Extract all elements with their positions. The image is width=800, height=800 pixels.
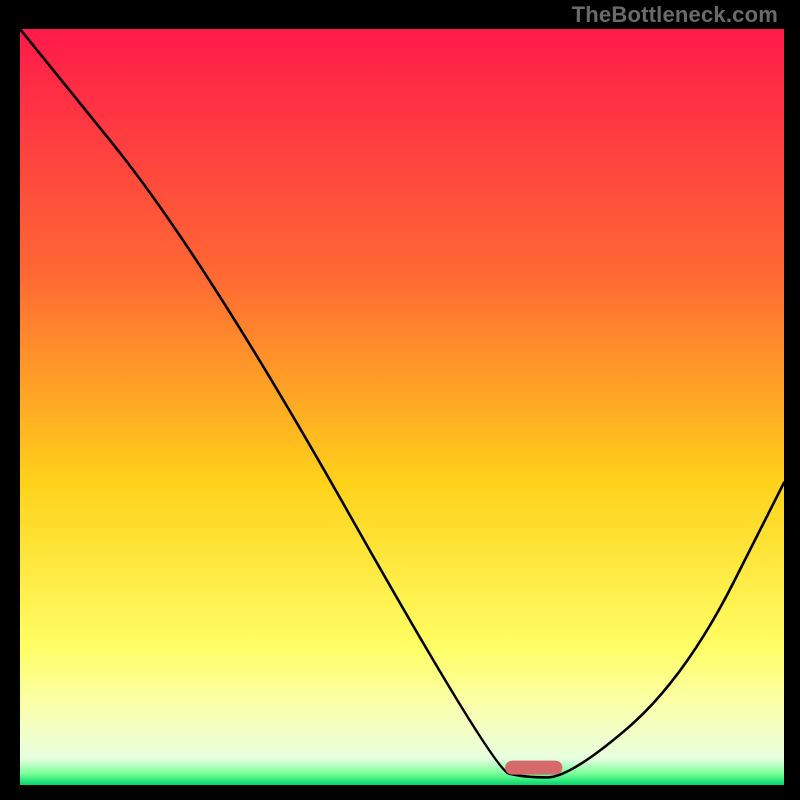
watermark-text: TheBottleneck.com <box>572 2 778 28</box>
bottleneck-chart <box>20 29 784 785</box>
gradient-background <box>20 29 784 785</box>
plot-area <box>20 29 784 785</box>
chart-container: TheBottleneck.com <box>0 0 800 800</box>
optimal-marker <box>505 761 562 775</box>
